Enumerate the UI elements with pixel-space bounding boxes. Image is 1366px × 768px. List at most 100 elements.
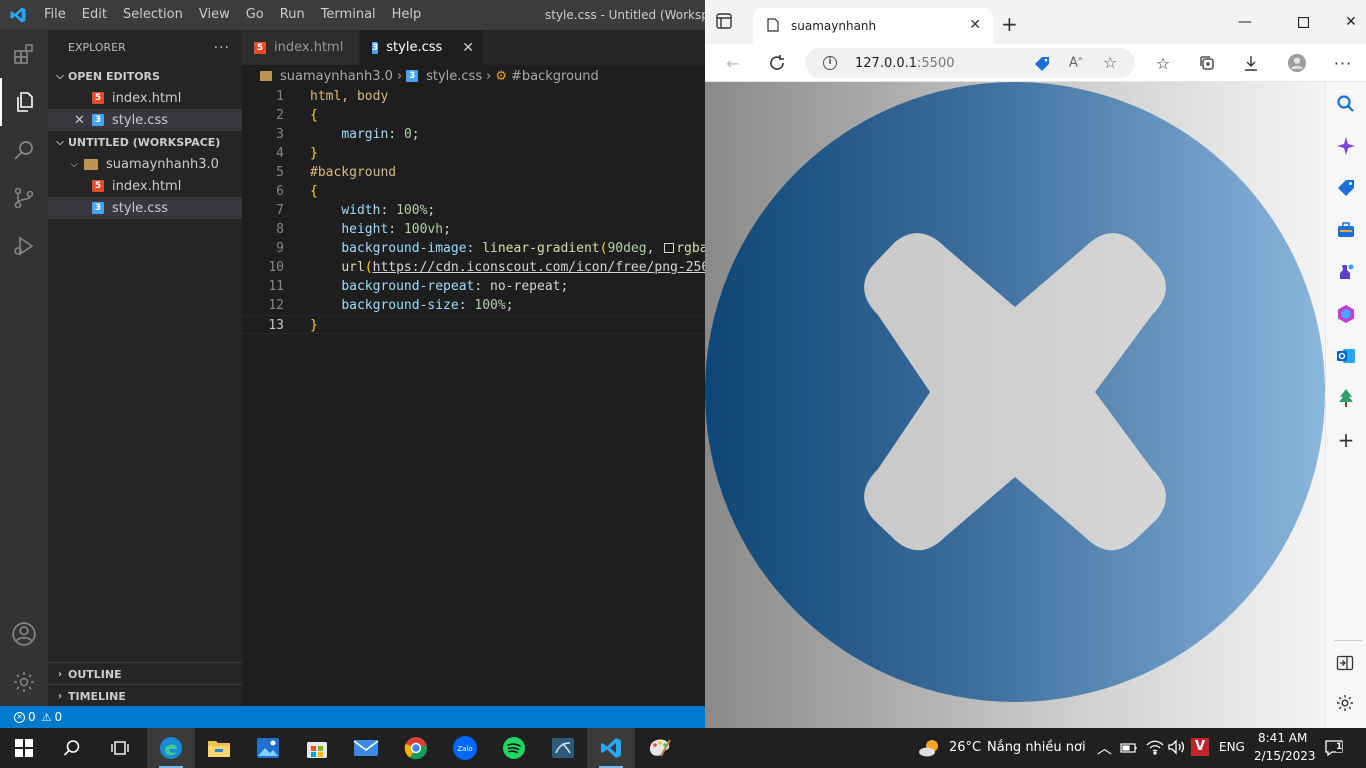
taskbar-vscode[interactable] (587, 728, 635, 768)
settings-more-icon[interactable]: ··· (1333, 53, 1353, 73)
color-swatch[interactable] (664, 243, 675, 253)
volume-icon[interactable] (1167, 739, 1185, 759)
open-editor-style-css[interactable]: ✕ 3 style.css (48, 109, 242, 131)
address-bar[interactable]: i 127.0.0.1:5500 A» ☆ (805, 48, 1135, 78)
source-control-icon[interactable] (0, 174, 48, 222)
taskbar-chrome[interactable] (392, 728, 440, 768)
problems-indicator[interactable]: ✕ 0 ⚠ 0 (14, 710, 62, 724)
code-text: html, body (310, 89, 389, 104)
copilot-sparkle-icon[interactable] (1336, 136, 1356, 156)
add-favorite-icon[interactable]: ☆ (1103, 53, 1117, 72)
minimize-button[interactable]: — (1235, 14, 1255, 30)
url-port: :5500 (917, 55, 955, 71)
code-editor[interactable]: 1 html, body 2{ 3 margin: 0; 4} 5 #backgro… (242, 87, 709, 334)
outline-section[interactable]: › OUTLINE (48, 662, 242, 685)
weather-temperature[interactable]: 26°C (949, 740, 981, 755)
downloads-icon[interactable] (1241, 53, 1261, 73)
coupon-tag-icon[interactable] (1033, 55, 1051, 77)
open-editor-index-html[interactable]: 5 index.html (48, 87, 242, 109)
explorer-icon[interactable] (0, 78, 48, 126)
menu-edit[interactable]: Edit (74, 0, 115, 30)
games-icon[interactable] (1336, 262, 1356, 282)
file-index-html[interactable]: 5 index.html (48, 175, 242, 197)
wifi-icon[interactable] (1146, 739, 1164, 759)
menu-help[interactable]: Help (384, 0, 430, 30)
taskbar-mail[interactable] (342, 728, 390, 768)
close-window-button[interactable]: ✕ (1341, 14, 1361, 30)
timeline-section[interactable]: › TIMELINE (48, 684, 242, 707)
taskbar-paint[interactable] (636, 728, 684, 768)
add-sidebar-app-icon[interactable]: + (1336, 430, 1356, 450)
refresh-button[interactable] (767, 53, 787, 73)
breadcrumb-symbol[interactable]: #background (511, 69, 599, 84)
menu-run[interactable]: Run (272, 0, 313, 30)
folder-suamaynhanh[interactable]: ⌵ suamaynhanh3.0 (48, 153, 242, 175)
clock-time[interactable]: 8:41 AM (1258, 731, 1307, 745)
open-editors-header[interactable]: ⌵ OPEN EDITORS (48, 65, 242, 87)
menu-selection[interactable]: Selection (115, 0, 191, 30)
menu-file[interactable]: File (36, 0, 74, 30)
taskbar-zalo[interactable]: Zalo (441, 728, 489, 768)
outlook-icon[interactable] (1336, 346, 1356, 366)
office-icon[interactable] (1336, 304, 1356, 324)
taskbar-mysql-workbench[interactable] (539, 728, 587, 768)
tab-style-css[interactable]: 3 style.css ✕ (360, 30, 484, 65)
taskbar-spotify[interactable] (490, 728, 538, 768)
breadcrumb-file[interactable]: style.css (426, 69, 482, 84)
accounts-icon[interactable] (0, 610, 48, 658)
search-icon[interactable] (0, 126, 48, 174)
taskbar-file-explorer[interactable] (195, 728, 243, 768)
shopping-tag-icon[interactable] (1336, 178, 1356, 198)
profile-avatar[interactable] (1287, 53, 1307, 73)
menu-view[interactable]: View (191, 0, 238, 30)
menu-go[interactable]: Go (238, 0, 272, 30)
taskbar-store[interactable] (293, 728, 341, 768)
site-info-icon[interactable]: i (823, 56, 837, 70)
collections-icon[interactable] (1197, 53, 1217, 73)
clock-date[interactable]: 2/15/2023 (1254, 749, 1316, 763)
sidebar-settings-gear-icon[interactable] (1336, 694, 1356, 714)
code-line: 1 html, body (276, 89, 389, 104)
favorites-icon[interactable]: ☆ (1153, 53, 1173, 73)
breadcrumb-folder[interactable]: suamaynhanh3.0 (280, 69, 393, 84)
tab-index-html[interactable]: 5 index.html (242, 30, 360, 65)
chevron-up-icon[interactable]: ︿ (1097, 737, 1112, 758)
input-language[interactable]: ENG (1219, 740, 1245, 754)
taskbar-edge[interactable] (147, 728, 195, 768)
drop-tree-icon[interactable] (1336, 388, 1356, 408)
search-icon[interactable] (48, 728, 96, 768)
close-tab-icon[interactable]: ✕ (969, 17, 981, 33)
back-button[interactable]: ← (723, 53, 743, 73)
browser-tab[interactable]: suamaynhanh ✕ (753, 8, 993, 44)
tab-actions-icon[interactable] (715, 12, 735, 30)
weather-icon[interactable] (918, 736, 942, 764)
tools-briefcase-icon[interactable] (1336, 220, 1356, 240)
read-aloud-icon[interactable]: A» (1069, 54, 1083, 70)
search-icon[interactable] (1336, 94, 1356, 114)
taskbar-photos[interactable] (244, 728, 292, 768)
network-battery-icon[interactable] (1120, 740, 1138, 760)
extensions-icon[interactable] (0, 30, 48, 78)
start-button[interactable] (0, 728, 48, 768)
error-icon: ✕ (14, 711, 25, 723)
hide-sidebar-icon[interactable] (1336, 654, 1356, 674)
chevron-down-icon: ⌵ (56, 136, 64, 148)
explorer-title: EXPLORER (68, 41, 126, 54)
maximize-button[interactable] (1293, 14, 1313, 30)
close-circle-graphic (705, 82, 1325, 702)
more-actions-icon[interactable]: ··· (214, 40, 230, 56)
task-view-icon[interactable] (96, 728, 144, 768)
open-editor-label: style.css (112, 112, 168, 128)
weather-description[interactable]: Nắng nhiều nơi (987, 740, 1086, 755)
vietkey-icon[interactable]: V (1191, 738, 1209, 756)
close-icon[interactable]: ✕ (462, 40, 474, 56)
run-debug-icon[interactable] (0, 222, 48, 270)
code-text: margin (341, 127, 389, 142)
close-icon[interactable]: ✕ (74, 113, 85, 128)
settings-gear-icon[interactable] (0, 658, 48, 706)
file-style-css[interactable]: 3 style.css (48, 197, 242, 219)
code-link[interactable]: https://cdn.iconscout.com/icon/free/png-… (373, 260, 710, 275)
new-tab-button[interactable]: + (1001, 12, 1018, 36)
workspace-header[interactable]: ⌵ UNTITLED (WORKSPACE) (48, 131, 242, 153)
menu-terminal[interactable]: Terminal (313, 0, 384, 30)
